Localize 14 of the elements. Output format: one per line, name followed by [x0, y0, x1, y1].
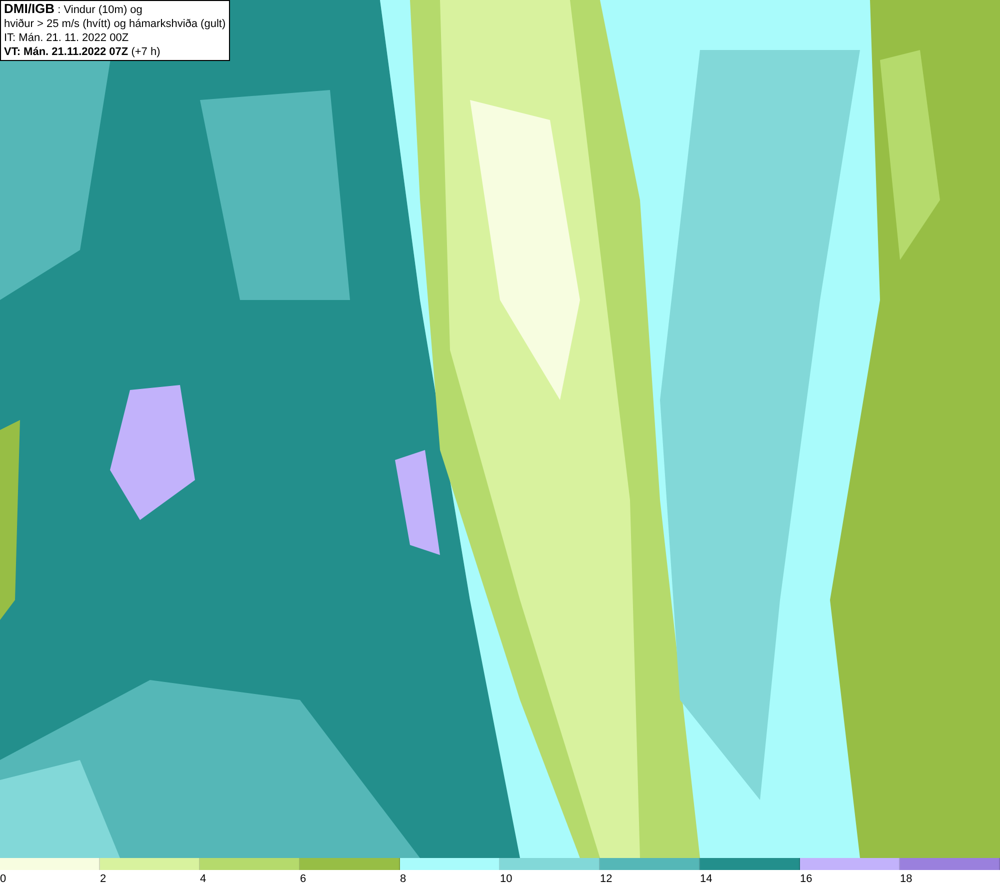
- legend-label: 8: [400, 873, 406, 885]
- legend-label: 16: [800, 873, 812, 885]
- valid-time: VT: Mán. 21.11.2022 07Z (+7 h): [4, 45, 162, 59]
- legend-label: 18: [900, 873, 912, 885]
- legend-label: 2: [100, 873, 106, 885]
- legend-label: 14: [700, 873, 712, 885]
- legend-label: 0: [0, 873, 6, 885]
- legend-label: 6: [300, 873, 306, 885]
- legend-label: 10: [500, 873, 512, 885]
- legend-label: 12: [600, 873, 612, 885]
- legend-label: 4: [200, 873, 206, 885]
- info-line: IT: Mán. 21. 11. 2022 00Z: [4, 31, 130, 45]
- info-line: hviður > 25 m/s (hvítt) og hámarkshviða (gult): [4, 17, 226, 31]
- map-title: DMI/IGB : Vindur (10m) og: [4, 2, 144, 17]
